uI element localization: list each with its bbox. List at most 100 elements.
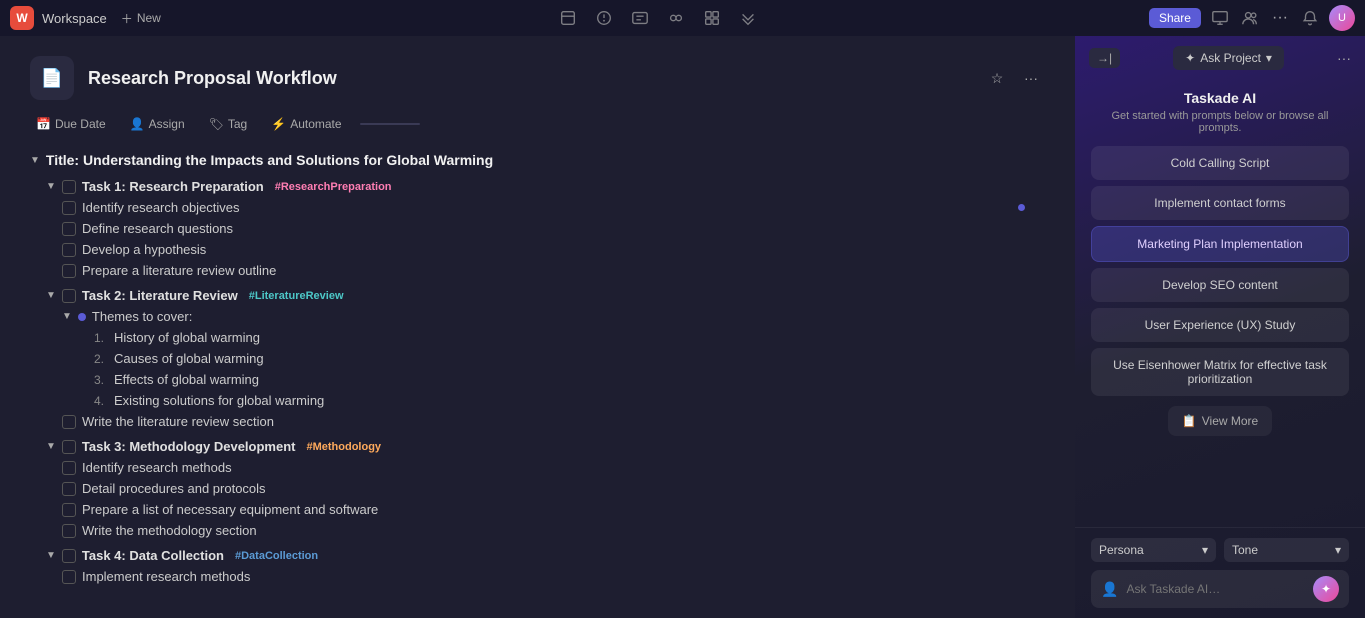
subtask1-1-label: Identify research objectives	[82, 200, 240, 215]
topnav-center	[557, 7, 759, 29]
theme-4-label: Existing solutions for global warming	[114, 393, 324, 408]
project-icon-emoji: 📄	[41, 68, 63, 89]
section-collapse-arrow[interactable]: ▼	[30, 155, 40, 166]
subtask1-4-checkbox[interactable]	[62, 264, 76, 278]
toolbar-divider	[360, 123, 420, 125]
tag-label: Tag	[228, 117, 247, 131]
subtask3-3-checkbox[interactable]	[62, 503, 76, 517]
task-content[interactable]: ▼ Title: Understanding the Impacts and S…	[30, 152, 1045, 598]
persona-label: Persona	[1099, 543, 1144, 557]
subtask3-2-checkbox[interactable]	[62, 482, 76, 496]
due-date-button[interactable]: 📅 Due Date	[30, 114, 112, 134]
task1-label: Task 1: Research Preparation	[82, 179, 264, 194]
theme-1: 1. History of global warming	[30, 327, 1045, 348]
prompt-eisenhower[interactable]: Use Eisenhower Matrix for effective task…	[1091, 348, 1349, 396]
ai-more-button[interactable]: ···	[1337, 50, 1351, 66]
dot-indicator	[1018, 204, 1025, 211]
theme-1-label: History of global warming	[114, 330, 260, 345]
prompt-contact-forms[interactable]: Implement contact forms	[1091, 186, 1349, 220]
task4-collapse-arrow[interactable]: ▼	[46, 550, 56, 561]
prompt-marketing-plan[interactable]: Marketing Plan Implementation	[1091, 226, 1349, 262]
task3-checkbox[interactable]	[62, 440, 76, 454]
more-icon[interactable]: ···	[1269, 7, 1291, 29]
new-button[interactable]: ＋ New	[115, 8, 167, 29]
task4-checkbox[interactable]	[62, 549, 76, 563]
themes-collapse-arrow[interactable]: ▼	[62, 311, 72, 322]
user-icon: 👤	[1101, 581, 1118, 598]
prompt-cold-calling[interactable]: Cold Calling Script	[1091, 146, 1349, 180]
persona-dropdown[interactable]: Persona ▾	[1091, 538, 1216, 562]
task2-checkbox[interactable]	[62, 289, 76, 303]
subtask1-3-checkbox[interactable]	[62, 243, 76, 257]
prompt-contact-forms-label: Implement contact forms	[1154, 196, 1285, 210]
users-icon[interactable]	[1239, 7, 1261, 29]
theme-num-4: 4.	[94, 394, 104, 408]
collapse-button[interactable]: →|	[1089, 48, 1120, 68]
subtask1-1-checkbox[interactable]	[62, 201, 76, 215]
task3-collapse-arrow[interactable]: ▼	[46, 441, 56, 452]
prompt-cold-calling-label: Cold Calling Script	[1171, 156, 1270, 170]
tag-button[interactable]: 🏷 Tag	[203, 114, 254, 134]
subtask-4-1: Implement research methods	[30, 566, 1045, 587]
task3-label: Task 3: Methodology Development	[82, 439, 296, 454]
nav-icon-5[interactable]	[701, 7, 723, 29]
subtask2-extra-label: Write the literature review section	[82, 414, 274, 429]
nav-icon-6[interactable]	[737, 7, 759, 29]
project-actions: ☆ ···	[983, 64, 1045, 92]
ai-send-button[interactable]: ✦	[1313, 576, 1339, 602]
prompt-seo[interactable]: Develop SEO content	[1091, 268, 1349, 302]
subtask3-4-checkbox[interactable]	[62, 524, 76, 538]
task-group-1: ▼ Task 1: Research Preparation #Research…	[30, 176, 1045, 281]
task1-collapse-arrow[interactable]: ▼	[46, 181, 56, 192]
more-options-button[interactable]: ···	[1017, 64, 1045, 92]
project-icon: 📄	[30, 56, 74, 100]
subtask-1-1: Identify research objectives	[30, 197, 1045, 218]
task2-collapse-arrow[interactable]: ▼	[46, 290, 56, 301]
subtask3-4-label: Write the methodology section	[82, 523, 257, 538]
subtask-1-3: Develop a hypothesis	[30, 239, 1045, 260]
project-toolbar: 📅 Due Date 👤 Assign 🏷 Tag ⚡ Automate	[30, 114, 1045, 134]
tone-chevron-icon: ▾	[1335, 543, 1341, 557]
ai-input-row: 👤 ✦	[1091, 570, 1349, 608]
person-icon: 👤	[130, 117, 145, 131]
prompt-ux-study[interactable]: User Experience (UX) Study	[1091, 308, 1349, 342]
ai-input[interactable]	[1126, 582, 1305, 596]
star-button[interactable]: ☆	[983, 64, 1011, 92]
theme-2: 2. Causes of global warming	[30, 348, 1045, 369]
automate-button[interactable]: ⚡ Automate	[265, 114, 347, 134]
task-row-4: ▼ Task 4: Data Collection #DataCollectio…	[30, 545, 1045, 566]
subtask2-extra-checkbox[interactable]	[62, 415, 76, 429]
share-button[interactable]: Share	[1149, 8, 1201, 28]
task-group-4: ▼ Task 4: Data Collection #DataCollectio…	[30, 545, 1045, 587]
tone-dropdown[interactable]: Tone ▾	[1224, 538, 1349, 562]
new-label: New	[137, 11, 161, 25]
ai-title: Taskade AI	[1091, 90, 1349, 106]
topnav-left: W Workspace ＋ New	[10, 6, 167, 30]
task-row-2: ▼ Task 2: Literature Review #LiteratureR…	[30, 285, 1045, 306]
view-more-button[interactable]: 📋 View More	[1168, 406, 1272, 436]
subtask4-1-checkbox[interactable]	[62, 570, 76, 584]
assign-label: Assign	[149, 117, 185, 131]
assign-button[interactable]: 👤 Assign	[124, 114, 191, 134]
nav-icon-4[interactable]	[665, 7, 687, 29]
nav-icon-3[interactable]	[629, 7, 651, 29]
task3-tag: #Methodology	[301, 440, 386, 454]
view-more-label: View More	[1202, 414, 1258, 428]
project-title: Research Proposal Workflow	[88, 68, 969, 89]
avatar[interactable]: U	[1329, 5, 1355, 31]
prompt-ux-study-label: User Experience (UX) Study	[1145, 318, 1296, 332]
monitor-icon[interactable]	[1209, 7, 1231, 29]
main-layout: 📄 Research Proposal Workflow ☆ ··· 📅 Due…	[0, 36, 1365, 618]
task1-checkbox[interactable]	[62, 180, 76, 194]
ask-project-button[interactable]: ✦ Ask Project ▾	[1173, 46, 1284, 70]
avatar-initials: U	[1338, 12, 1346, 24]
send-icon: ✦	[1321, 582, 1331, 596]
subtask3-1-checkbox[interactable]	[62, 461, 76, 475]
nav-icon-2[interactable]	[593, 7, 615, 29]
ai-subtitle: Get started with prompts below or browse…	[1091, 110, 1349, 134]
subtask1-2-checkbox[interactable]	[62, 222, 76, 236]
nav-icon-1[interactable]	[557, 7, 579, 29]
bell-icon[interactable]	[1299, 7, 1321, 29]
theme-3-label: Effects of global warming	[114, 372, 259, 387]
due-date-label: Due Date	[55, 117, 106, 131]
